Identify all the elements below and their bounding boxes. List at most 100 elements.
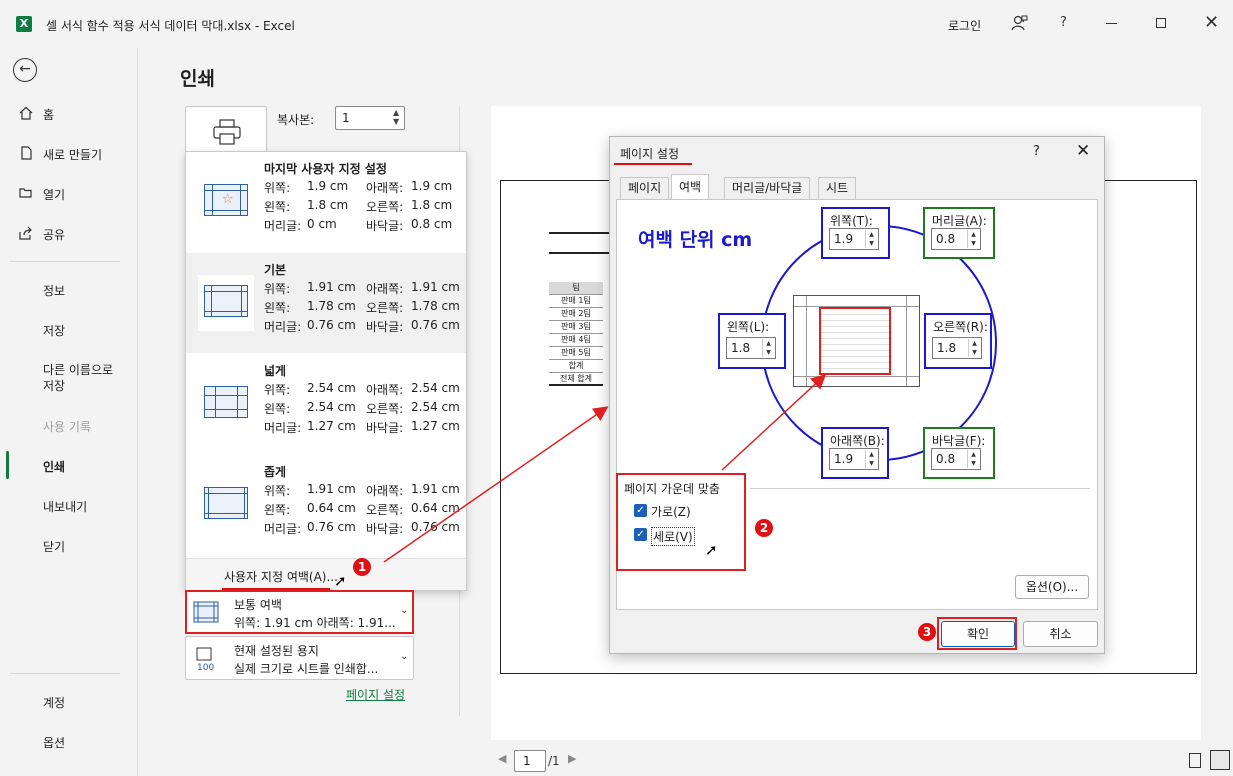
horizontally-checkbox[interactable]: ✓ <box>634 504 647 517</box>
nav-print[interactable]: 인쇄 <box>0 454 138 478</box>
header-margin-input[interactable]: 0.8 ▲ ▼ <box>931 228 981 250</box>
annotation-badge-2: 2 <box>755 519 773 537</box>
login-button[interactable]: 로그인 <box>948 17 981 34</box>
nav-export[interactable]: 내보내기 <box>0 494 138 518</box>
margin-preset-last-custom[interactable]: ☆ 마지막 사용자 지정 설정 위쪽: 1.9 cm 아래쪽: 1.9 cm 왼… <box>186 152 466 252</box>
tab-page[interactable]: 페이지 <box>620 177 670 199</box>
margin-preset-wide[interactable]: 넓게 위쪽: 2.54 cm 아래쪽: 2.54 cm 왼쪽: 2.54 cm … <box>186 354 466 454</box>
preset-footer-label: 바닥글: <box>366 522 404 536</box>
close-icon[interactable]: ✕ <box>1076 141 1090 161</box>
preset-header-label: 머리글: <box>264 522 302 536</box>
right-margin-input[interactable]: 1.8 ▲ ▼ <box>932 337 982 359</box>
preset-name: 넓게 <box>264 364 287 378</box>
scaling-dropdown[interactable]: 100 현재 설정된 용지 실제 크기로 시트를 인쇄합... ⌄ <box>185 636 414 680</box>
bottom-margin-input[interactable]: 1.9 ▲ ▼ <box>829 448 879 470</box>
tab-sheet[interactable]: 시트 <box>818 177 857 199</box>
preset-left: 0.64 cm <box>307 501 356 515</box>
preview-table-cell: 전체 합계 <box>549 373 603 386</box>
show-margins-icon[interactable] <box>1189 753 1201 768</box>
margin-thumbnail: ☆ <box>198 174 254 230</box>
annotation-badge-1: 1 <box>353 558 371 576</box>
tab-margins[interactable]: 여백 <box>671 174 710 200</box>
preset-right-label: 오른쪽: <box>366 402 404 416</box>
close-icon[interactable]: ✕ <box>1204 12 1219 33</box>
vertically-label: 세로(V) <box>651 527 695 546</box>
preset-header-label: 머리글: <box>264 421 302 435</box>
spinner-arrows-icon[interactable]: ▲ ▼ <box>967 230 979 248</box>
preset-right-label: 오른쪽: <box>366 503 404 517</box>
left-margin-label: 왼쪽(L): <box>727 320 770 334</box>
spinner-arrows-icon[interactable]: ▲ ▼ <box>865 230 877 248</box>
footer-margin-label: 바닥글(F): <box>932 434 986 448</box>
custom-margins-item[interactable]: 사용자 지정 여백(A)... <box>186 558 466 590</box>
preset-footer-label: 바닥글: <box>366 320 404 334</box>
annotation-badge-3: 3 <box>918 623 936 641</box>
nav-info[interactable]: 정보 <box>0 278 138 302</box>
copies-spinner[interactable]: ▲ ▼ <box>393 108 399 126</box>
spinner-arrows-icon[interactable]: ▲ ▼ <box>762 339 774 357</box>
nav-close[interactable]: 닫기 <box>0 534 138 558</box>
preset-bottom: 1.91 cm <box>411 482 460 496</box>
preset-left-label: 왼쪽: <box>264 301 291 315</box>
actual-size-icon: 100 <box>193 647 219 673</box>
nav-home[interactable]: 홈 <box>0 102 138 126</box>
preset-bottom-label: 아래쪽: <box>366 484 404 498</box>
maximize-icon[interactable] <box>1156 18 1166 28</box>
margin-preset-narrow[interactable]: 좁게 위쪽: 1.91 cm 아래쪽: 1.91 cm 왼쪽: 0.64 cm … <box>186 455 466 555</box>
preset-bottom-label: 아래쪽: <box>366 181 404 195</box>
nav-account[interactable]: 계정 <box>0 690 138 714</box>
nav-label: 홈 <box>43 108 55 122</box>
preset-bottom: 1.9 cm <box>411 179 453 193</box>
nav-open[interactable]: 열기 <box>0 182 138 206</box>
preset-top: 1.91 cm <box>307 482 356 496</box>
nav-history: 사용 기록 <box>0 414 138 438</box>
help-icon[interactable]: ? <box>1060 15 1067 30</box>
help-icon[interactable]: ? <box>1033 144 1040 159</box>
nav-label: 사용 기록 <box>43 420 91 434</box>
spinner-arrows-icon[interactable]: ▲ ▼ <box>968 339 980 357</box>
nav-label: 옵션 <box>43 736 66 750</box>
top-margin-value: 1.9 <box>834 232 854 246</box>
group-divider <box>750 488 1090 489</box>
back-arrow-icon[interactable]: ← <box>13 58 37 82</box>
footer-margin-field: 바닥글(F): 0.8 ▲ ▼ <box>923 427 995 479</box>
preset-header: 1.27 cm <box>307 419 356 433</box>
page-setup-link[interactable]: 페이지 설정 <box>346 686 405 703</box>
nav-new[interactable]: 새로 만들기 <box>0 142 138 166</box>
preset-top-label: 위쪽: <box>264 181 291 195</box>
cancel-button[interactable]: 취소 <box>1023 621 1098 647</box>
left-margin-value: 1.8 <box>731 341 751 355</box>
margin-preset-normal[interactable]: 기본 위쪽: 1.91 cm 아래쪽: 1.91 cm 왼쪽: 1.78 cm … <box>186 253 466 353</box>
nav-save[interactable]: 저장 <box>0 318 138 342</box>
page-number-input[interactable]: 1 <box>514 750 546 772</box>
spinner-arrows-icon[interactable]: ▲ ▼ <box>967 450 979 468</box>
preset-right-label: 오른쪽: <box>366 301 404 315</box>
nav-share[interactable]: 공유 <box>0 222 138 246</box>
nav-options[interactable]: 옵션 <box>0 730 138 754</box>
nav-label: 내보내기 <box>43 500 88 514</box>
footer-margin-input[interactable]: 0.8 ▲ ▼ <box>931 448 981 470</box>
star-icon: ☆ <box>222 192 234 207</box>
previous-page-icon[interactable]: ◀ <box>498 752 506 765</box>
options-button[interactable]: 옵션(O)... <box>1015 575 1089 599</box>
nav-label: 정보 <box>43 284 66 298</box>
scaling-setting-title: 현재 설정된 용지 <box>234 644 319 658</box>
page-total: /1 <box>548 754 560 768</box>
left-margin-input[interactable]: 1.8 ▲ ▼ <box>726 337 776 359</box>
minimize-icon[interactable] <box>1106 23 1117 24</box>
vertically-checkbox[interactable]: ✓ <box>634 528 647 541</box>
next-page-icon[interactable]: ▶ <box>568 752 576 765</box>
preset-right: 2.54 cm <box>411 400 460 414</box>
margin-thumbnail <box>198 376 254 432</box>
zoom-to-page-icon[interactable] <box>1210 750 1230 770</box>
feedback-icon[interactable] <box>1010 14 1028 32</box>
nav-save-as[interactable]: 다른 이름으로 저장 <box>0 358 138 394</box>
header-margin-label: 머리글(A): <box>932 214 987 228</box>
preset-left-label: 왼쪽: <box>264 503 291 517</box>
top-margin-input[interactable]: 1.9 ▲ ▼ <box>829 228 879 250</box>
preview-table-cell: 판매 3팀 <box>549 321 603 334</box>
spinner-arrows-icon[interactable]: ▲ ▼ <box>865 450 877 468</box>
preset-header: 0.76 cm <box>307 318 356 332</box>
tab-header-footer[interactable]: 머리글/바닥글 <box>724 177 811 199</box>
preview-table-cell: 판매 2팀 <box>549 308 603 321</box>
